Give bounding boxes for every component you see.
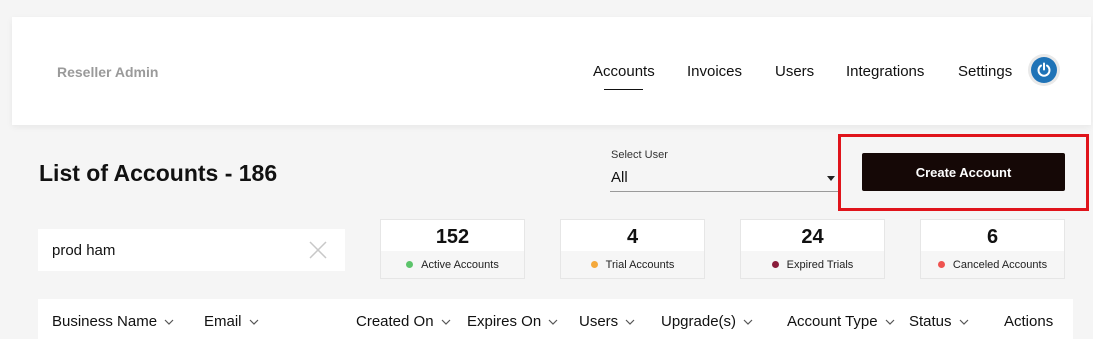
stat-label: Trial Accounts bbox=[605, 258, 675, 271]
stat-value: 24 bbox=[801, 226, 824, 248]
stat-card-active[interactable]: 152 Active Accounts bbox=[380, 219, 525, 279]
page-title: List of Accounts - 186 bbox=[39, 160, 278, 186]
stat-value: 152 bbox=[435, 226, 470, 248]
column-header-status[interactable]: Status bbox=[909, 313, 969, 330]
search-input-value[interactable]: prod ham bbox=[52, 242, 115, 259]
chevron-down-icon bbox=[548, 319, 558, 325]
column-header-business-name[interactable]: Business Name bbox=[52, 313, 174, 330]
nav-item-integrations[interactable]: Integrations bbox=[846, 63, 924, 80]
create-account-button[interactable]: Create Account bbox=[862, 153, 1065, 191]
column-header-expires-on[interactable]: Expires On bbox=[467, 313, 558, 330]
chevron-down-icon bbox=[625, 319, 635, 325]
stat-value: 4 bbox=[626, 226, 639, 248]
status-dot-icon bbox=[937, 261, 945, 268]
chevron-down-icon bbox=[441, 319, 450, 325]
select-user-label: Select User bbox=[611, 149, 668, 161]
column-label: Actions bbox=[1004, 313, 1054, 330]
stat-label: Active Accounts bbox=[421, 258, 499, 271]
stat-value: 6 bbox=[986, 226, 999, 248]
table-header: Business Name Email Created On Expires O… bbox=[38, 299, 1073, 339]
power-button[interactable] bbox=[1028, 54, 1060, 86]
status-dot-icon bbox=[406, 261, 414, 268]
power-icon bbox=[1031, 57, 1057, 83]
top-navbar: Reseller Admin Accounts Invoices Users I… bbox=[12, 17, 1091, 125]
column-label: Business Name bbox=[52, 313, 158, 330]
column-header-upgrades[interactable]: Upgrade(s) bbox=[661, 313, 753, 330]
nav-item-users[interactable]: Users bbox=[775, 63, 814, 80]
chevron-down-icon bbox=[885, 319, 895, 325]
column-label: Users bbox=[579, 313, 619, 330]
nav-item-accounts[interactable]: Accounts bbox=[593, 63, 655, 90]
status-dot-icon bbox=[771, 261, 779, 268]
column-label: Account Type bbox=[787, 313, 878, 330]
chevron-down-icon bbox=[959, 319, 968, 325]
brand-title: Reseller Admin bbox=[57, 64, 159, 80]
select-user-dropdown[interactable]: All bbox=[610, 165, 838, 192]
select-user-value: All bbox=[611, 169, 628, 186]
stat-card-trial[interactable]: 4 Trial Accounts bbox=[560, 219, 705, 279]
caret-down-icon bbox=[827, 176, 835, 181]
column-header-actions: Actions bbox=[1004, 313, 1053, 330]
stat-card-canceled[interactable]: 6 Canceled Accounts bbox=[920, 219, 1065, 279]
search-field[interactable]: prod ham bbox=[38, 229, 345, 271]
column-header-email[interactable]: Email bbox=[204, 313, 259, 330]
stat-card-expired[interactable]: 24 Expired Trials bbox=[740, 219, 885, 279]
status-dot-icon bbox=[590, 261, 598, 268]
column-label: Upgrade(s) bbox=[661, 313, 737, 330]
column-header-users[interactable]: Users bbox=[579, 313, 635, 330]
column-header-created-on[interactable]: Created On bbox=[356, 313, 451, 330]
stat-label: Expired Trials bbox=[786, 258, 854, 271]
nav-item-settings[interactable]: Settings bbox=[958, 63, 1012, 80]
column-header-account-type[interactable]: Account Type bbox=[787, 313, 895, 330]
chevron-down-icon bbox=[249, 319, 258, 325]
chevron-down-icon bbox=[164, 319, 174, 325]
column-label: Expires On bbox=[467, 313, 542, 330]
column-label: Created On bbox=[356, 313, 434, 330]
stat-label: Canceled Accounts bbox=[952, 258, 1048, 271]
chevron-down-icon bbox=[743, 319, 753, 325]
column-label: Email bbox=[204, 313, 242, 330]
nav-item-invoices[interactable]: Invoices bbox=[687, 63, 742, 80]
column-label: Status bbox=[909, 313, 952, 330]
close-icon[interactable] bbox=[308, 240, 328, 260]
